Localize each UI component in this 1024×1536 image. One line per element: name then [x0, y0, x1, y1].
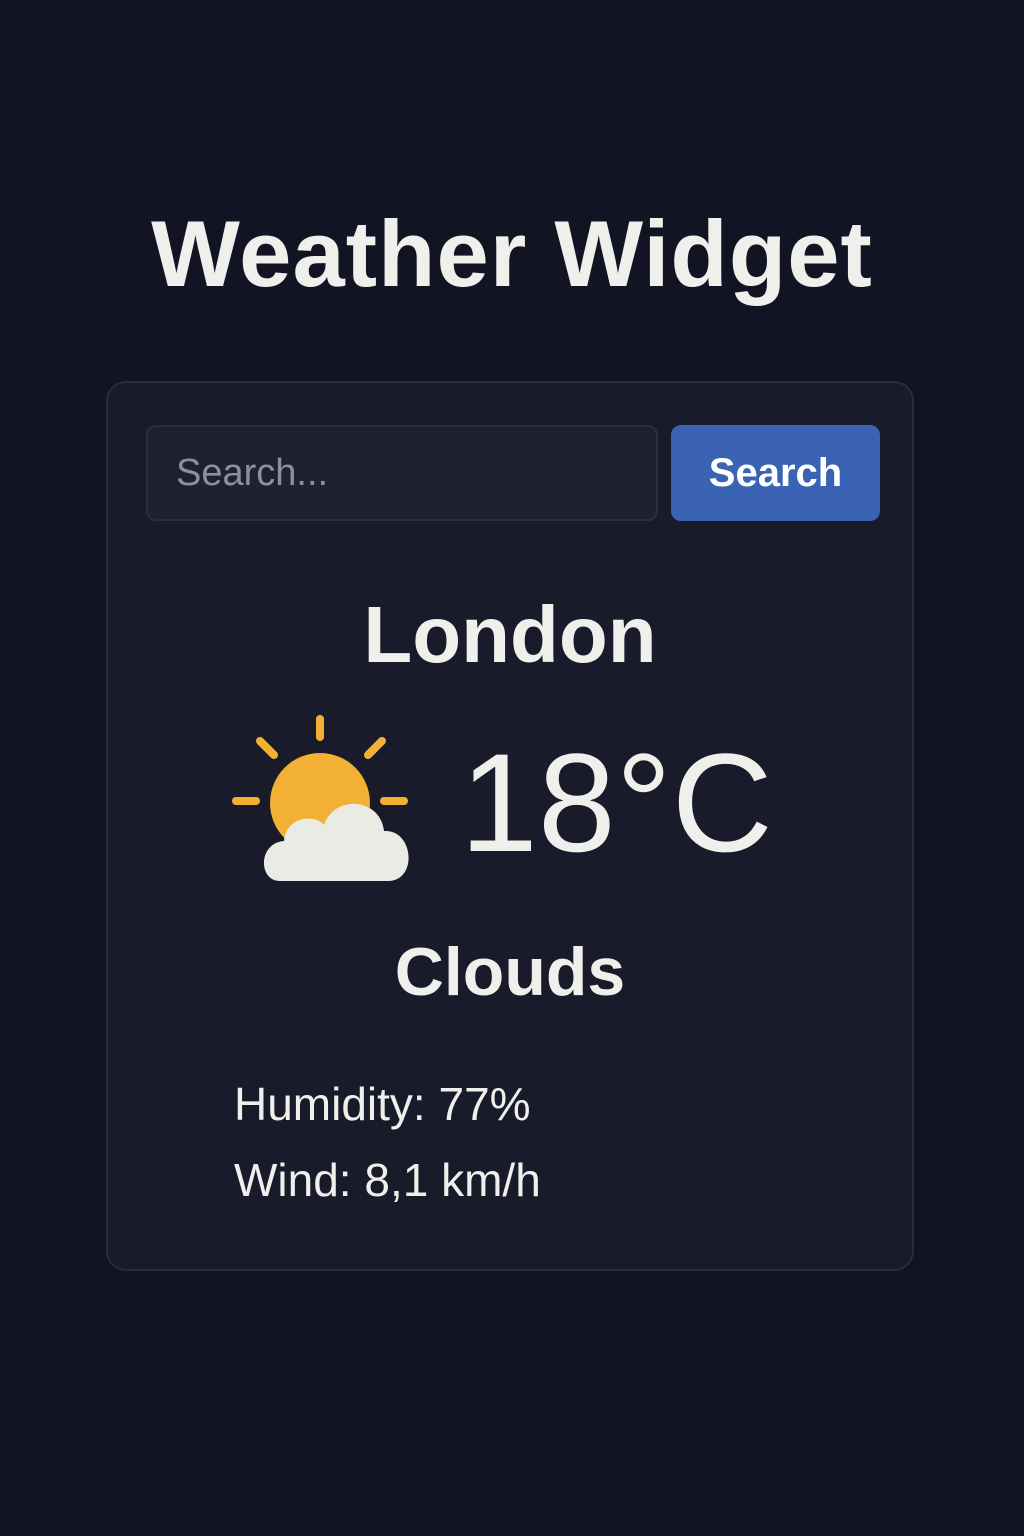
weather-condition: Clouds — [394, 934, 626, 1010]
search-bar: Search — [146, 425, 880, 523]
temperature: 18°C — [460, 724, 773, 881]
search-button[interactable]: Search — [671, 425, 880, 521]
wind-text: Wind: 8,1 km/h — [234, 1154, 541, 1206]
partly-cloudy-icon — [232, 715, 409, 881]
weather-card: Search London 18°C Clouds Humidity: 77% … — [106, 381, 914, 1271]
weather-details: Humidity: 77% Wind: 8,1 km/h — [234, 1081, 754, 1233]
humidity-text: Humidity: 77% — [234, 1078, 531, 1130]
search-input[interactable] — [146, 425, 658, 521]
page: Weather Widget Search London 18°C Clouds… — [0, 0, 1024, 1536]
city-name: London — [363, 590, 657, 679]
page-title: Weather Widget — [151, 201, 873, 306]
